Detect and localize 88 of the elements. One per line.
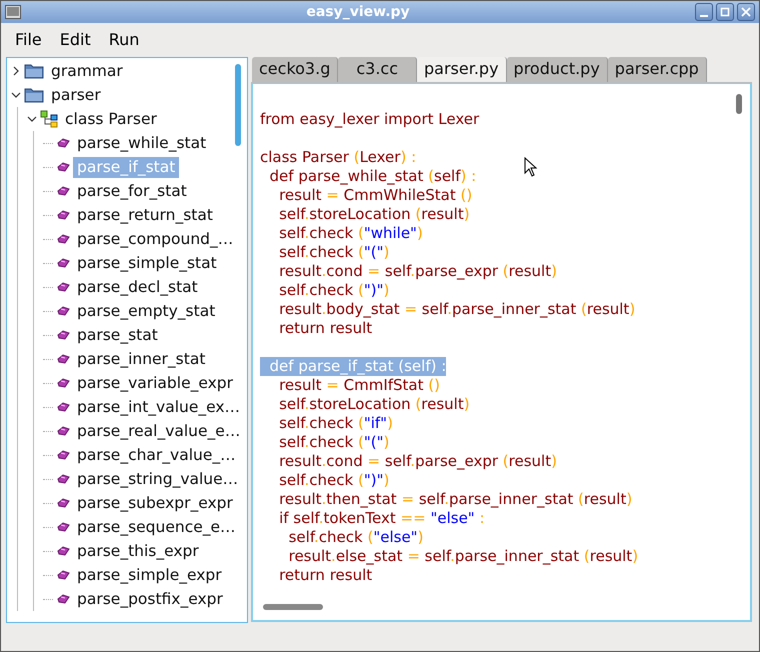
method-icon [56,377,70,389]
tree-item[interactable]: parse_string_value… [73,468,242,490]
method-icon [56,401,70,413]
tree-item[interactable]: parse_variable_expr [73,372,237,394]
tree-item[interactable]: parse_postfix_expr [73,588,227,610]
tree-item[interactable]: parse_return_stat [73,204,217,226]
code-line: self.check ("if") [278,414,393,433]
tree-item[interactable]: parse_int_value_ex… [73,396,244,418]
method-icon [56,593,70,605]
code-line: result.else_stat = self.parse_inner_stat (result) [288,547,638,566]
code-line: result.cond = self.parse_expr (result) [278,452,557,471]
code-editor[interactable] [252,83,751,621]
close-button[interactable] [737,3,755,21]
method-icon [56,233,70,245]
method-icon [56,161,70,173]
method-icon [56,257,70,269]
folder-icon [24,87,44,103]
method-icon [56,473,70,485]
code-line: return result [278,319,372,338]
tree-item[interactable]: class Parser [61,108,161,130]
code-line: result.then_stat = self.parse_inner_stat (result) [278,490,632,509]
tree-item[interactable]: parser [47,84,105,106]
tree-item[interactable]: parse_while_stat [73,132,210,154]
scrollbar[interactable] [235,64,241,146]
code-line: class Parser (Lexer) : [260,148,416,167]
tree-item[interactable]: parse_stat [73,324,162,346]
code-line: result.body_stat = self.parse_inner_stat (result) [278,300,636,319]
menu-item[interactable]: Run [100,30,148,49]
tree-item[interactable]: parse_subexpr_expr [73,492,237,514]
minimize-button[interactable] [695,3,713,21]
folder-icon [24,63,44,79]
method-icon [56,305,70,317]
scrollbar[interactable] [736,94,742,114]
tree-item[interactable]: parse_sequence_e… [73,516,240,538]
file-tab[interactable]: parser.py [417,57,507,83]
tree-item[interactable]: parse_compound_… [73,228,238,250]
method-icon [56,449,70,461]
code-line: return result [278,566,372,585]
code-line: self.check (")") [278,281,390,300]
code-line: result = CmmWhileStat () [278,186,472,205]
window-icon [5,5,21,19]
tree-item[interactable]: parse_simple_expr [73,564,226,586]
minimize-icon [700,14,708,16]
method-icon [56,209,70,221]
code-line: self.storeLocation (result) [278,395,470,414]
code-line: result.cond = self.parse_expr (result) [278,262,557,281]
code-line: self.check ("else") [288,528,424,547]
code-line: self.check (")") [278,471,390,490]
file-tab[interactable]: c3.cc [338,57,417,83]
file-tab[interactable]: parser.cpp [608,57,707,83]
tree-item[interactable]: parse_simple_stat [73,252,221,274]
method-icon [56,185,70,197]
maximize-icon [720,7,730,17]
code-line: from easy_lexer import Lexer [260,110,480,129]
code-line: self.storeLocation (result) [278,205,470,224]
method-icon [56,545,70,557]
code-line: self.check ("(") [278,243,390,262]
code-line: def parse_while_stat (self) : [268,167,476,186]
tree-item[interactable]: parse_char_value_… [73,444,240,466]
code-line: if self.tokenText == "else" : [278,509,485,528]
mouse-cursor-icon [524,157,538,177]
method-icon [56,521,70,533]
code-line: self.check ("(") [278,433,390,452]
menu-item[interactable]: Edit [50,30,100,49]
tree-item[interactable]: parse_this_expr [73,540,203,562]
file-tab[interactable]: cecko3.g [252,57,338,83]
method-icon [56,281,70,293]
close-icon [741,7,751,17]
method-icon [56,497,70,509]
menu-item[interactable]: File [6,30,51,49]
tree-item[interactable]: parse_inner_stat [73,348,210,370]
method-icon [56,353,70,365]
code-line: result = CmmIfStat () [278,376,440,395]
tree-item[interactable]: parse_decl_stat [73,276,202,298]
method-icon [56,137,70,149]
method-icon [56,329,70,341]
code-line: self.check ("while") [278,224,423,243]
window-title: easy_view.py [305,4,411,20]
file-tab[interactable]: product.py [506,57,608,83]
tree-item[interactable]: parse_empty_stat [73,300,220,322]
method-icon [56,425,70,437]
maximize-button[interactable] [716,3,734,21]
scrollbar[interactable] [263,604,323,610]
tree-item[interactable]: grammar [47,60,127,82]
tree-item[interactable]: parse_for_stat [73,180,191,202]
tree-item[interactable]: parse_real_value_e… [73,420,244,442]
method-icon [56,569,70,581]
class-icon [40,110,58,128]
